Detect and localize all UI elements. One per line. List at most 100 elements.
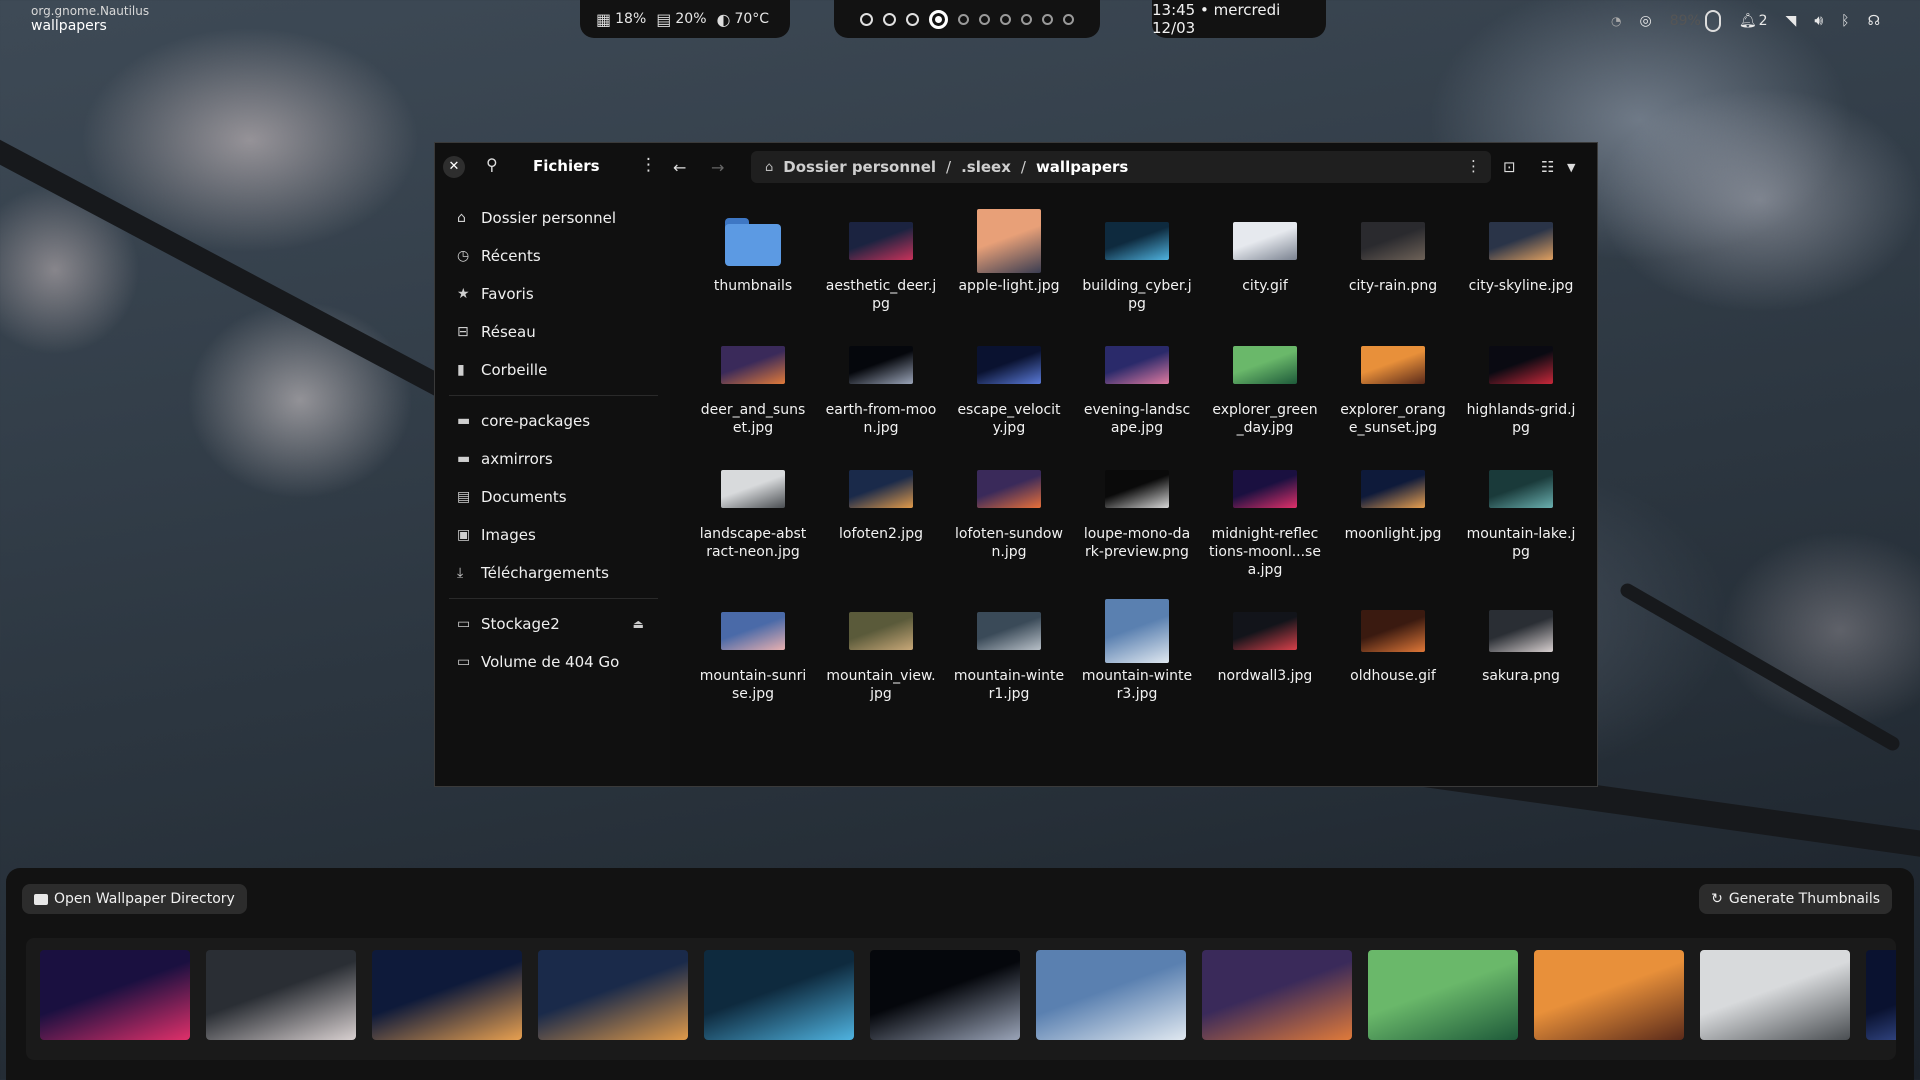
view-options-icon[interactable]: ▼ bbox=[1567, 161, 1575, 174]
sidebar-list: ⌂ Dossier personnel ◷ Récents ★ Favoris ⊟ Résea… bbox=[443, 199, 658, 681]
sidebar-item-axmirrors[interactable]: ▬ axmirrors bbox=[443, 440, 658, 478]
new-folder-icon[interactable]: ⊡ bbox=[1503, 158, 1516, 176]
file-item[interactable]: lofoten2.jpg bbox=[817, 453, 945, 595]
sidebar-item-images[interactable]: ▣ Images bbox=[443, 516, 658, 554]
workspace-indicator[interactable] bbox=[883, 12, 896, 26]
thumbnail-image bbox=[1361, 610, 1425, 652]
wallpaper-thumbnail[interactable] bbox=[372, 950, 522, 1040]
file-item[interactable]: lofoten-sundown.jpg bbox=[945, 453, 1073, 595]
generate-thumbnails-button[interactable]: ↻ Generate Thumbnails bbox=[1699, 884, 1892, 914]
sidebar-item-favoris[interactable]: ★ Favoris bbox=[443, 275, 658, 313]
wallpaper-thumbnail[interactable] bbox=[1368, 950, 1518, 1040]
sidebar-item-volume-de-404-go[interactable]: ▭ Volume de 404 Go bbox=[443, 643, 658, 681]
battery[interactable]: 89% bbox=[1670, 10, 1721, 32]
breadcrumb-current[interactable]: wallpapers bbox=[1036, 158, 1128, 176]
file-item[interactable]: building_cyber.jpg bbox=[1073, 205, 1201, 329]
file-item[interactable]: nordwall3.jpg bbox=[1201, 595, 1329, 719]
file-item[interactable]: highlands-grid.jpg bbox=[1457, 329, 1585, 453]
file-item[interactable]: oldhouse.gif bbox=[1329, 595, 1457, 719]
wallpaper-thumbnail[interactable] bbox=[870, 950, 1020, 1040]
workspace-indicator[interactable] bbox=[958, 13, 969, 25]
folder-menu-icon[interactable]: ⋮ bbox=[1466, 157, 1481, 175]
file-item[interactable]: mountain-lake.jpg bbox=[1457, 453, 1585, 595]
wallpaper-thumbnail[interactable] bbox=[206, 950, 356, 1040]
file-item[interactable]: city.gif bbox=[1201, 205, 1329, 329]
ai-icon[interactable]: ◎ bbox=[1640, 13, 1652, 29]
view-toggle-icon[interactable]: ☷ bbox=[1541, 158, 1554, 176]
file-item[interactable]: earth-from-moon.jpg bbox=[817, 329, 945, 453]
file-item[interactable]: sakura.png bbox=[1457, 595, 1585, 719]
workspace-indicator[interactable] bbox=[1042, 13, 1053, 25]
bluetooth-icon[interactable]: ᛒ bbox=[1841, 13, 1849, 29]
file-item[interactable]: mountain_view.jpg bbox=[817, 595, 945, 719]
file-item[interactable]: city-rain.png bbox=[1329, 205, 1457, 329]
app-id: org.gnome.Nautilus bbox=[31, 4, 150, 18]
workspace-indicator[interactable] bbox=[906, 12, 919, 26]
file-item[interactable]: aesthetic_deer.jpg bbox=[817, 205, 945, 329]
file-item[interactable]: mountain-winter1.jpg bbox=[945, 595, 1073, 719]
background-branch bbox=[1617, 580, 1903, 754]
search-icon[interactable]: ⚲ bbox=[486, 155, 498, 174]
open-dir-label: Open Wallpaper Directory bbox=[54, 891, 235, 907]
drive-icon: ▭ bbox=[457, 616, 471, 632]
file-item[interactable]: mountain-sunrise.jpg bbox=[689, 595, 817, 719]
file-item[interactable]: apple-light.jpg bbox=[945, 205, 1073, 329]
file-name: aesthetic_deer.jpg bbox=[825, 278, 937, 312]
headset-icon[interactable]: ☊ bbox=[1868, 13, 1880, 29]
wifi-icon[interactable]: ◥ bbox=[1786, 13, 1797, 29]
wallpaper-thumbnail[interactable] bbox=[538, 950, 688, 1040]
file-item[interactable]: loupe-mono-dark-preview.png bbox=[1073, 453, 1201, 595]
wallpaper-thumbnail[interactable] bbox=[1036, 950, 1186, 1040]
notifications[interactable]: 🔔︎ 2 bbox=[1739, 13, 1768, 29]
file-item[interactable]: deer_and_sunset.jpg bbox=[689, 329, 817, 453]
workspace-indicator[interactable] bbox=[1063, 13, 1074, 25]
file-item[interactable]: escape_velocity.jpg bbox=[945, 329, 1073, 453]
thumbnail-image bbox=[849, 470, 913, 508]
breadcrumb-home[interactable]: Dossier personnel bbox=[783, 158, 936, 176]
wallpaper-thumbnail[interactable] bbox=[704, 950, 854, 1040]
night-icon[interactable]: ◔ bbox=[1611, 14, 1621, 28]
back-icon[interactable]: ← bbox=[673, 158, 686, 177]
file-item[interactable]: evening-landscape.jpg bbox=[1073, 329, 1201, 453]
workspace-indicator[interactable] bbox=[979, 13, 990, 25]
eject-icon[interactable]: ⏏ bbox=[633, 617, 644, 631]
close-button[interactable]: ✕ bbox=[443, 156, 465, 178]
file-item[interactable]: city-skyline.jpg bbox=[1457, 205, 1585, 329]
wallpaper-thumbnail[interactable] bbox=[1866, 950, 1896, 1040]
sidebar-item-corbeille[interactable]: ▮ Corbeille bbox=[443, 351, 658, 389]
file-item[interactable]: explorer_green_day.jpg bbox=[1201, 329, 1329, 453]
sidebar-item-r-cents[interactable]: ◷ Récents bbox=[443, 237, 658, 275]
open-wallpaper-directory-button[interactable]: Open Wallpaper Directory bbox=[22, 884, 247, 914]
workspace-indicator[interactable] bbox=[860, 12, 873, 26]
workspace-indicator[interactable] bbox=[1021, 13, 1032, 25]
sidebar-item-core-packages[interactable]: ▬ core-packages bbox=[443, 402, 658, 440]
network-icon: ⊟ bbox=[457, 324, 469, 340]
workspace-indicator[interactable] bbox=[1000, 13, 1011, 25]
wallpaper-thumbnail[interactable] bbox=[1534, 950, 1684, 1040]
sidebar-item-stockage2[interactable]: ▭ Stockage2 ⏏ bbox=[443, 605, 658, 643]
sidebar-item-dossier-personnel[interactable]: ⌂ Dossier personnel bbox=[443, 199, 658, 237]
file-name: thumbnails bbox=[713, 278, 793, 294]
bell-icon: 🔔︎ bbox=[1738, 13, 1757, 29]
file-item[interactable]: landscape-abstract-neon.jpg bbox=[689, 453, 817, 595]
volume-icon[interactable]: 🔊︎ bbox=[1814, 13, 1823, 29]
forward-icon[interactable]: → bbox=[711, 158, 724, 177]
thumbnail bbox=[1105, 595, 1169, 667]
thumbnail-image bbox=[1233, 346, 1297, 384]
file-item[interactable]: explorer_orange_sunset.jpg bbox=[1329, 329, 1457, 453]
sidebar-item-r-seau[interactable]: ⊟ Réseau bbox=[443, 313, 658, 351]
file-item[interactable]: mountain-winter3.jpg bbox=[1073, 595, 1201, 719]
sidebar-item-documents[interactable]: ▤ Documents bbox=[443, 478, 658, 516]
breadcrumb-sleex[interactable]: .sleex bbox=[961, 158, 1011, 176]
file-item[interactable]: midnight-reflections-moonl...sea.jpg bbox=[1201, 453, 1329, 595]
sidebar-item-label: Réseau bbox=[481, 323, 536, 341]
folder-item[interactable]: thumbnails bbox=[689, 205, 817, 329]
wallpaper-thumbnail[interactable] bbox=[1202, 950, 1352, 1040]
clock[interactable]: 13:45 • mercredi 12/03 bbox=[1152, 0, 1326, 38]
wallpaper-thumbnail[interactable] bbox=[1700, 950, 1850, 1040]
main-menu-icon[interactable]: ⋮ bbox=[640, 155, 657, 175]
file-item[interactable]: moonlight.jpg bbox=[1329, 453, 1457, 595]
wallpaper-thumbnail[interactable] bbox=[40, 950, 190, 1040]
workspace-indicator[interactable] bbox=[929, 9, 948, 29]
sidebar-item-t-l-chargements[interactable]: ⤓ Téléchargements bbox=[443, 554, 658, 592]
